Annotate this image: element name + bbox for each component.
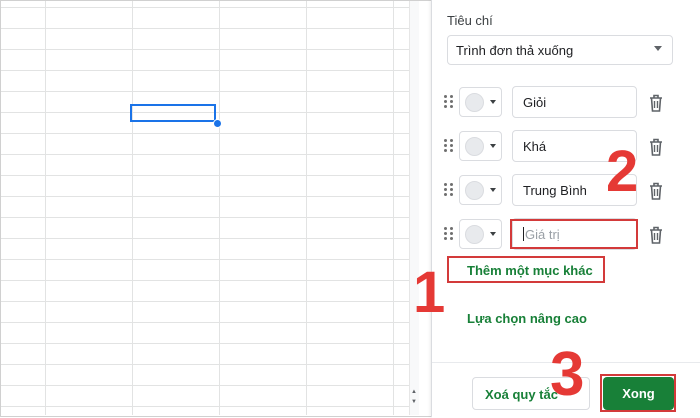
highlight-add-item: [447, 256, 605, 283]
item-color-button[interactable]: [459, 87, 502, 117]
delete-icon[interactable]: [647, 137, 665, 157]
list-item: Khá: [441, 130, 681, 164]
item-color-button[interactable]: [459, 131, 502, 161]
item-color-button[interactable]: [459, 175, 502, 205]
delete-icon[interactable]: [647, 225, 665, 245]
step-number-2: 2: [606, 139, 639, 204]
drag-handle-icon[interactable]: [444, 139, 454, 153]
advanced-options-link[interactable]: Lựa chọn nâng cao: [467, 311, 587, 326]
spreadsheet-grid[interactable]: [1, 1, 409, 415]
highlight-new-item-input: [510, 219, 638, 249]
drag-handle-icon[interactable]: [444, 95, 454, 109]
scroll-up-icon[interactable]: ▲: [410, 388, 418, 396]
criteria-label: Tiêu chí: [447, 13, 493, 28]
item-color-button[interactable]: [459, 219, 502, 249]
chevron-down-icon: [490, 144, 496, 148]
drag-handle-icon[interactable]: [444, 227, 454, 241]
vertical-scrollbar[interactable]: [409, 1, 419, 415]
criteria-dropdown[interactable]: Trình đơn thả xuống: [447, 35, 673, 65]
selected-cell[interactable]: [130, 104, 216, 122]
chevron-down-icon: [490, 232, 496, 236]
list-item: Trung Bình: [441, 174, 681, 208]
color-swatch-icon: [465, 137, 484, 156]
chevron-down-icon: [654, 46, 662, 51]
delete-icon[interactable]: [647, 93, 665, 113]
highlight-done-button: [600, 374, 676, 412]
step-number-1: 1: [413, 260, 446, 325]
step-number-3: 3: [550, 340, 585, 409]
item-value-input[interactable]: Giỏi: [512, 86, 637, 118]
criteria-dropdown-value: Trình đơn thả xuống: [456, 43, 574, 58]
scroll-down-icon[interactable]: ▼: [410, 398, 418, 406]
chevron-down-icon: [490, 188, 496, 192]
drag-handle-icon[interactable]: [444, 183, 454, 197]
list-item: Giỏi: [441, 86, 681, 120]
color-swatch-icon: [465, 93, 484, 112]
fill-handle[interactable]: [213, 119, 222, 128]
color-swatch-icon: [465, 225, 484, 244]
color-swatch-icon: [465, 181, 484, 200]
delete-icon[interactable]: [647, 181, 665, 201]
chevron-down-icon: [490, 100, 496, 104]
